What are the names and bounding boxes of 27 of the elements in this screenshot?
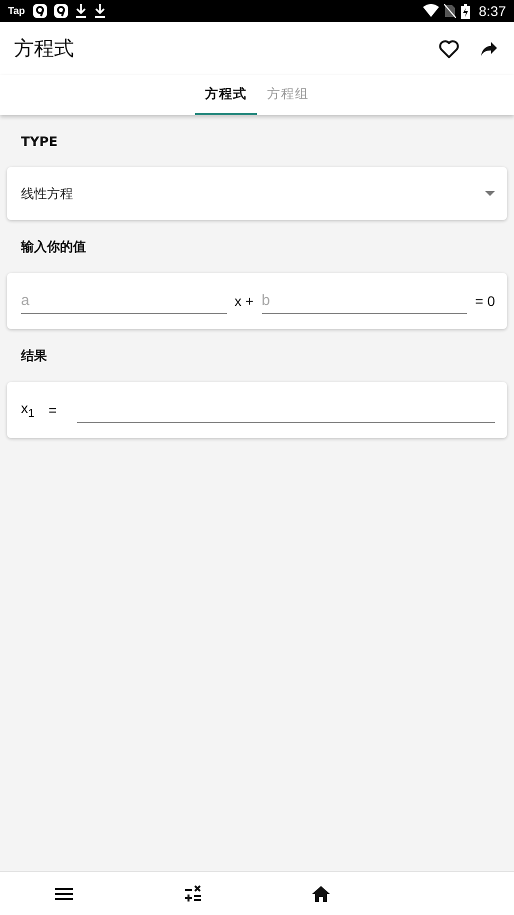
screen-title: 方程式 (14, 35, 75, 62)
coefficient-a-field[interactable]: a (21, 288, 227, 314)
notification-icon (32, 3, 48, 19)
app-label: Tap (8, 6, 26, 16)
download-icon (74, 3, 88, 19)
no-sim-icon (444, 4, 456, 18)
clock: 8:37 (478, 3, 506, 19)
equals-sign: = (48, 402, 57, 418)
equation-text: = 0 (475, 293, 495, 309)
battery-icon (460, 4, 470, 18)
wifi-icon (422, 4, 439, 18)
heart-icon[interactable] (438, 38, 460, 58)
coefficient-b-field[interactable]: b (262, 288, 468, 314)
section-heading: 结果 (20, 348, 48, 366)
download-icon (93, 3, 108, 19)
type-dropdown[interactable]: 线性方程 (7, 167, 507, 220)
home-icon[interactable] (312, 886, 330, 902)
dropdown-caret-icon (485, 191, 495, 196)
notification-icon (53, 3, 70, 19)
section-heading: 输入你的值 (20, 238, 87, 257)
tab[interactable]: 方程式 (195, 75, 257, 115)
calculator-operators-icon[interactable] (184, 884, 202, 902)
share-icon[interactable] (480, 40, 498, 56)
variable-label: x$_{1}$ (21, 400, 34, 420)
menu-icon[interactable] (55, 886, 74, 900)
section-heading: TYPE (20, 134, 59, 152)
equation-text: x + (234, 293, 254, 309)
